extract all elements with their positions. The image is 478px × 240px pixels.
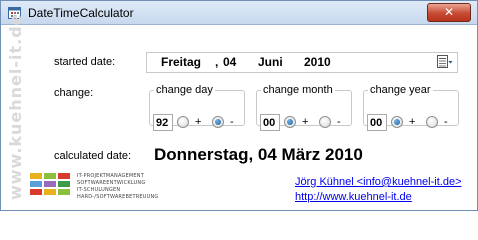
- change-month-plus-label: +: [302, 116, 309, 128]
- logo-square: [44, 173, 56, 179]
- change-month-minus-label: -: [337, 116, 341, 128]
- change-year-legend: change year: [370, 84, 431, 96]
- change-year-plus-radio[interactable]: [391, 116, 403, 128]
- logo-line: HARD-/SOFTWAREBETREUUNG: [77, 194, 159, 200]
- logo-line: IT-PROJEKTMANAGEMENT: [77, 173, 144, 179]
- started-date-weekday: Freitag: [161, 55, 202, 69]
- change-month-legend: change month: [263, 84, 333, 96]
- logo-square: [30, 189, 42, 195]
- change-month-group: change month 00 + -: [256, 84, 352, 131]
- email-link[interactable]: Jörg Kühnel <info@kuehnel-it.de>: [295, 176, 462, 188]
- logo-square: [58, 181, 70, 187]
- logo-square: [58, 173, 70, 179]
- change-day-minus-radio[interactable]: [212, 116, 224, 128]
- change-month-input[interactable]: 00: [260, 114, 280, 131]
- logo-line: IT-SCHULUNGEN: [77, 187, 121, 193]
- logo-square: [30, 173, 42, 179]
- started-date-label: started date:: [54, 56, 116, 68]
- started-date-day: 04: [223, 55, 237, 69]
- website-link[interactable]: http://www.kuehnel-it.de: [295, 191, 412, 203]
- company-logo: IT-PROJEKTMANAGEMENT SOFTWAREENTWICKLUNG…: [30, 173, 165, 207]
- started-date-picker[interactable]: Freitag , 04 Juni 2010: [146, 52, 458, 73]
- window-title: DateTimeCalculator: [28, 6, 134, 20]
- watermark-text: www.kuehnel-it.de: [6, 13, 25, 200]
- change-month-plus-radio[interactable]: [284, 116, 296, 128]
- started-date-year: 2010: [304, 55, 331, 69]
- started-date-comma: ,: [215, 55, 219, 69]
- change-day-input[interactable]: 92: [153, 114, 173, 131]
- change-day-plus-label: +: [195, 116, 202, 128]
- logo-square: [30, 181, 42, 187]
- change-day-minus-label: -: [230, 116, 234, 128]
- change-day-legend: change day: [156, 84, 213, 96]
- logo-square: [44, 181, 56, 187]
- change-year-minus-label: -: [444, 116, 448, 128]
- change-year-input[interactable]: 00: [367, 114, 387, 131]
- calculated-date-value: Donnerstag, 04 März 2010: [154, 145, 363, 164]
- change-year-minus-radio[interactable]: [426, 116, 438, 128]
- started-date-month: Juni: [258, 55, 283, 69]
- change-label: change:: [54, 87, 94, 99]
- change-month-minus-radio[interactable]: [319, 116, 331, 128]
- calculated-date-label: calculated date:: [54, 150, 132, 162]
- app-window: DateTimeCalculator ✕ www.kuehnel-it.de s…: [0, 0, 478, 211]
- change-day-plus-radio[interactable]: [177, 116, 189, 128]
- change-day-group: change day 92 + -: [149, 84, 245, 131]
- change-year-group: change year 00 + -: [363, 84, 459, 131]
- close-button[interactable]: ✕: [427, 3, 471, 22]
- title-bar: DateTimeCalculator ✕: [1, 1, 477, 25]
- logo-square: [44, 189, 56, 195]
- calendar-dropdown-icon[interactable]: [437, 55, 453, 69]
- logo-square: [58, 189, 70, 195]
- logo-line: SOFTWAREENTWICKLUNG: [77, 180, 146, 186]
- main-panel: www.kuehnel-it.de started date: Freitag …: [1, 13, 477, 210]
- change-year-plus-label: +: [409, 116, 416, 128]
